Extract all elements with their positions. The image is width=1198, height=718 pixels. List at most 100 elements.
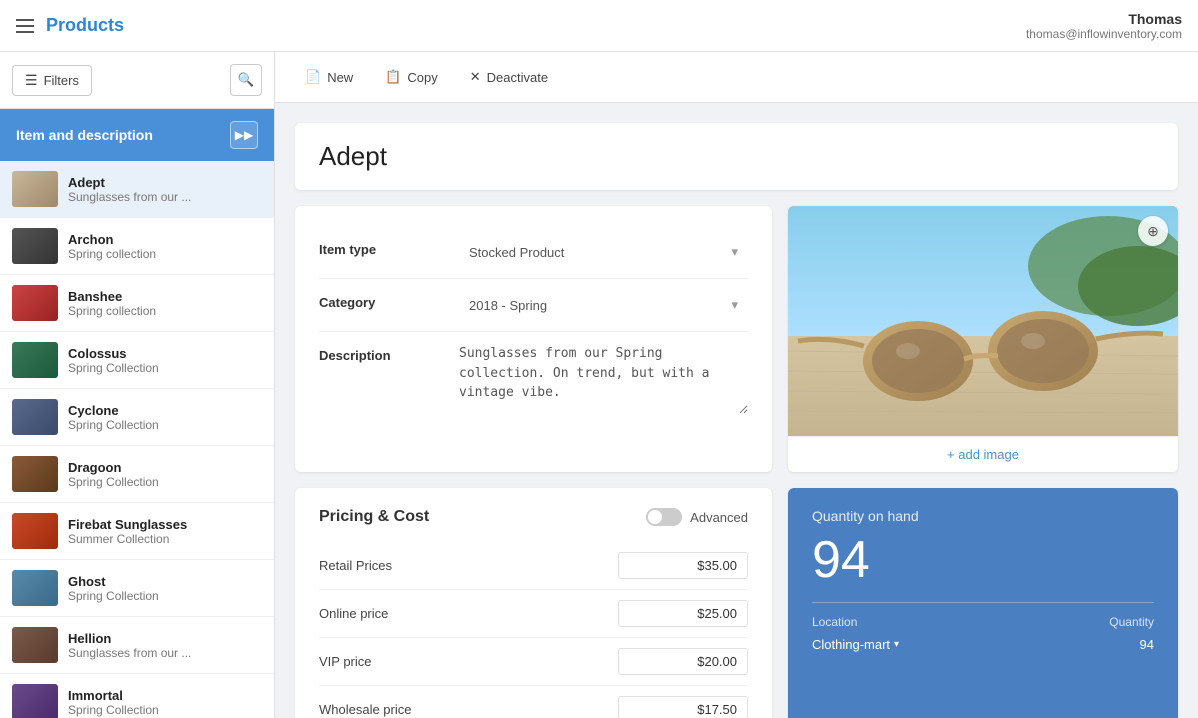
- product-title: Adept: [319, 141, 1154, 172]
- qty-table-header: Location Quantity: [812, 615, 1154, 629]
- bottom-row: Pricing & Cost Advanced Retail Prices: [295, 488, 1178, 718]
- item-thumbnail: [12, 171, 58, 207]
- retail-price-row: Retail Prices: [319, 542, 748, 590]
- description-textarea[interactable]: Sunglasses from our Spring collection. O…: [459, 344, 748, 414]
- online-price-input[interactable]: [618, 600, 748, 627]
- new-button[interactable]: 📄 New: [291, 62, 367, 92]
- advanced-label: Advanced: [690, 510, 748, 525]
- item-type-value: Stocked Product ▾: [459, 238, 748, 266]
- wholesale-price-row: Wholesale price: [319, 686, 748, 718]
- list-item[interactable]: Immortal Spring Collection: [0, 674, 274, 718]
- item-thumbnail: [12, 684, 58, 718]
- item-desc: Spring collection: [68, 304, 228, 318]
- item-thumbnail: [12, 570, 58, 606]
- list-item[interactable]: Firebat Sunglasses Summer Collection: [0, 503, 274, 560]
- product-image-container: ⊕: [788, 206, 1178, 436]
- item-info: Ghost Spring Collection: [68, 574, 262, 603]
- product-image-card: ⊕ + add image: [788, 206, 1178, 472]
- product-form-card: Item type Stocked Product ▾ Category: [295, 206, 772, 472]
- product-image: [788, 206, 1178, 436]
- quantity-value: 94: [812, 530, 1154, 590]
- category-select[interactable]: 2018 - Spring ▾: [459, 291, 748, 319]
- deactivate-button[interactable]: ✕ Deactivate: [456, 62, 562, 92]
- new-icon: 📄: [305, 69, 321, 85]
- item-info: Cyclone Spring Collection: [68, 403, 262, 432]
- item-desc: Sunglasses from our ...: [68, 646, 228, 660]
- sidebar-list: Adept Sunglasses from our ... Archon Spr…: [0, 161, 274, 718]
- list-item[interactable]: Colossus Spring Collection: [0, 332, 274, 389]
- qty-table-row: Clothing-mart ▾ 94: [812, 637, 1154, 652]
- item-info: Colossus Spring Collection: [68, 346, 262, 375]
- nav-left: Products: [16, 15, 124, 36]
- app-title: Products: [46, 15, 124, 36]
- sidebar-header: Item and description ▶▶: [0, 109, 274, 161]
- category-text: 2018 - Spring: [469, 298, 547, 313]
- product-details-row: Item type Stocked Product ▾ Category: [295, 206, 1178, 472]
- item-desc: Spring Collection: [68, 475, 228, 489]
- item-thumbnail: [12, 285, 58, 321]
- item-desc: Spring Collection: [68, 589, 228, 603]
- item-name: Banshee: [68, 289, 262, 304]
- list-item[interactable]: Ghost Spring Collection: [0, 560, 274, 617]
- zoom-button[interactable]: ⊕: [1138, 216, 1168, 246]
- item-info: Archon Spring collection: [68, 232, 262, 261]
- category-value: 2018 - Spring ▾: [459, 291, 748, 319]
- copy-icon: 📋: [385, 69, 401, 85]
- filters-label: Filters: [44, 73, 79, 88]
- item-info: Hellion Sunglasses from our ...: [68, 631, 262, 660]
- item-desc: Spring collection: [68, 247, 228, 261]
- quantity-on-hand-label: Quantity on hand: [812, 508, 1154, 524]
- list-item[interactable]: Dragoon Spring Collection: [0, 446, 274, 503]
- sidebar: ☰ Filters 🔍 Item and description ▶▶ Adep…: [0, 52, 275, 718]
- vip-price-input[interactable]: [618, 648, 748, 675]
- filters-icon: ☰: [25, 72, 38, 89]
- item-name: Hellion: [68, 631, 262, 646]
- list-item[interactable]: Hellion Sunglasses from our ...: [0, 617, 274, 674]
- list-item[interactable]: Archon Spring collection: [0, 218, 274, 275]
- item-desc: Spring Collection: [68, 703, 228, 717]
- pricing-header: Pricing & Cost Advanced: [319, 508, 748, 526]
- category-row: Category 2018 - Spring ▾: [319, 279, 748, 332]
- category-label: Category: [319, 291, 459, 310]
- content-toolbar: 📄 New 📋 Copy ✕ Deactivate: [275, 52, 1198, 103]
- retail-price-input[interactable]: [618, 552, 748, 579]
- list-item[interactable]: Banshee Spring collection: [0, 275, 274, 332]
- user-menu[interactable]: Thomas thomas@inflowinventory.com: [1026, 11, 1182, 41]
- item-thumbnail: [12, 399, 58, 435]
- pricing-card: Pricing & Cost Advanced Retail Prices: [295, 488, 772, 718]
- advanced-toggle-switch[interactable]: [646, 508, 682, 526]
- deactivate-icon: ✕: [470, 69, 481, 85]
- wholesale-price-input[interactable]: [618, 696, 748, 718]
- item-desc: Spring Collection: [68, 418, 228, 432]
- qty-divider: [812, 602, 1154, 603]
- item-name: Firebat Sunglasses: [68, 517, 262, 532]
- location-text: Clothing-mart: [812, 637, 890, 652]
- list-item[interactable]: Cyclone Spring Collection: [0, 389, 274, 446]
- user-name: Thomas: [1026, 11, 1182, 27]
- item-name: Immortal: [68, 688, 262, 703]
- top-nav: Products Thomas thomas@inflowinventory.c…: [0, 0, 1198, 52]
- filters-button[interactable]: ☰ Filters: [12, 65, 92, 96]
- item-name: Cyclone: [68, 403, 262, 418]
- search-button[interactable]: 🔍: [230, 64, 262, 96]
- description-row: Description Sunglasses from our Spring c…: [319, 332, 748, 429]
- item-type-select[interactable]: Stocked Product ▾: [459, 238, 748, 266]
- item-desc: Summer Collection: [68, 532, 228, 546]
- location-name[interactable]: Clothing-mart ▾: [812, 637, 899, 652]
- item-name: Dragoon: [68, 460, 262, 475]
- user-email: thomas@inflowinventory.com: [1026, 27, 1182, 41]
- item-thumbnail: [12, 513, 58, 549]
- sidebar-toolbar: ☰ Filters 🔍: [0, 52, 274, 109]
- item-type-label: Item type: [319, 238, 459, 257]
- new-label: New: [327, 70, 353, 85]
- list-item[interactable]: Adept Sunglasses from our ...: [0, 161, 274, 218]
- item-thumbnail: [12, 456, 58, 492]
- sidebar-collapse-button[interactable]: ▶▶: [230, 121, 258, 149]
- item-desc: Sunglasses from our ...: [68, 190, 228, 204]
- item-info: Adept Sunglasses from our ...: [68, 175, 262, 204]
- item-name: Colossus: [68, 346, 262, 361]
- copy-button[interactable]: 📋 Copy: [371, 62, 452, 92]
- hamburger-menu[interactable]: [16, 19, 34, 33]
- item-name: Ghost: [68, 574, 262, 589]
- add-image-button[interactable]: + add image: [788, 436, 1178, 472]
